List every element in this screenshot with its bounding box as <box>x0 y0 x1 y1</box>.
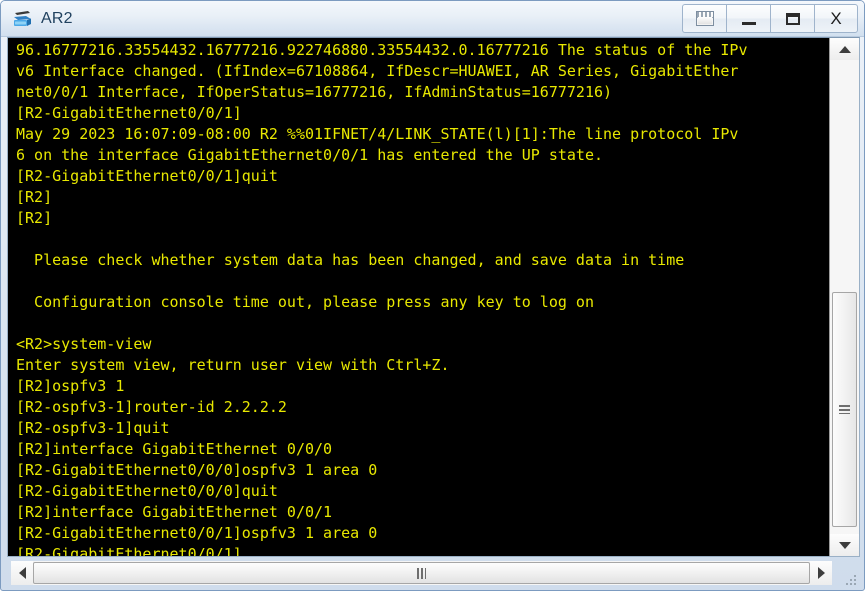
grip-icon <box>839 405 850 414</box>
triangle-left-icon <box>18 567 26 579</box>
scroll-right-button[interactable] <box>810 561 832 585</box>
terminal-line: [R2]interface GigabitEthernet 0/0/0 <box>16 440 333 458</box>
terminal-line: [R2-GigabitEthernet0/0/0]quit <box>16 482 278 500</box>
restore-button[interactable] <box>682 4 726 33</box>
scroll-down-button[interactable] <box>830 534 859 556</box>
terminal-line: [R2]ospfv3 1 <box>16 377 125 395</box>
restore-icon <box>695 11 714 26</box>
terminal-line: Please check whether system data has bee… <box>16 251 685 269</box>
close-icon: X <box>830 9 842 28</box>
horizontal-scroll-track[interactable] <box>33 561 810 585</box>
minimize-button[interactable] <box>726 4 770 33</box>
title-bar-left: AR2 <box>12 5 73 33</box>
terminal-line: [R2-GigabitEthernet0/0/1] <box>16 545 242 556</box>
terminal-line: [R2-ospfv3-1]router-id 2.2.2.2 <box>16 398 287 416</box>
close-button[interactable]: X <box>814 4 858 33</box>
terminal-line: [R2-ospfv3-1]quit <box>16 419 170 437</box>
terminal-line: net0/0/1 Interface, IfOperStatus=1677721… <box>16 83 613 101</box>
window-title: AR2 <box>41 10 73 27</box>
window-controls: X <box>682 4 858 33</box>
terminal-line: 6 on the interface GigabitEthernet0/0/1 … <box>16 146 603 164</box>
terminal-line: May 29 2023 16:07:09-08:00 R2 %%01IFNET/… <box>16 125 739 143</box>
scroll-up-button[interactable] <box>830 38 859 60</box>
terminal-line: [R2] <box>16 188 53 206</box>
terminal-line: Configuration console time out, please p… <box>16 293 594 311</box>
vertical-scrollbar[interactable] <box>829 38 859 556</box>
terminal-line: [R2-GigabitEthernet0/0/1] <box>16 104 242 122</box>
maximize-button[interactable] <box>770 4 814 33</box>
terminal-line: [R2-GigabitEthernet0/0/1]quit <box>16 167 278 185</box>
router-icon <box>12 8 34 30</box>
terminal-line: [R2-GigabitEthernet0/0/1]ospfv3 1 area 0 <box>16 524 378 542</box>
console-area: 96.16777216.33554432.16777216.922746880.… <box>7 37 860 557</box>
terminal-line: v6 Interface changed. (IfIndex=67108864,… <box>16 62 739 80</box>
maximize-icon <box>785 12 800 25</box>
horizontal-scroll-thumb[interactable] <box>33 562 810 584</box>
terminal-line: <R2>system-view <box>16 335 152 353</box>
terminal-output[interactable]: 96.16777216.33554432.16777216.922746880.… <box>8 38 829 556</box>
horizontal-scrollbar[interactable] <box>7 561 860 587</box>
terminal-line: [R2-GigabitEthernet0/0/0]ospfv3 1 area 0 <box>16 461 378 479</box>
vertical-scroll-thumb[interactable] <box>832 292 857 527</box>
console-window: AR2 X 96.16777216.33554432.16777216.9227… <box>0 0 865 591</box>
terminal-line: [R2] <box>16 209 53 227</box>
grip-icon <box>417 567 426 579</box>
vertical-scroll-track[interactable] <box>830 60 859 534</box>
resize-grip-icon[interactable] <box>842 571 856 585</box>
minimize-icon <box>741 21 756 25</box>
triangle-down-icon <box>838 541 851 549</box>
terminal-line: [R2]interface GigabitEthernet 0/0/1 <box>16 503 333 521</box>
triangle-up-icon <box>838 45 851 53</box>
scroll-left-button[interactable] <box>11 561 33 585</box>
terminal-line: 96.16777216.33554432.16777216.922746880.… <box>16 41 748 59</box>
title-bar[interactable]: AR2 X <box>1 1 864 37</box>
terminal-line: Enter system view, return user view with… <box>16 356 450 374</box>
triangle-right-icon <box>817 567 825 579</box>
